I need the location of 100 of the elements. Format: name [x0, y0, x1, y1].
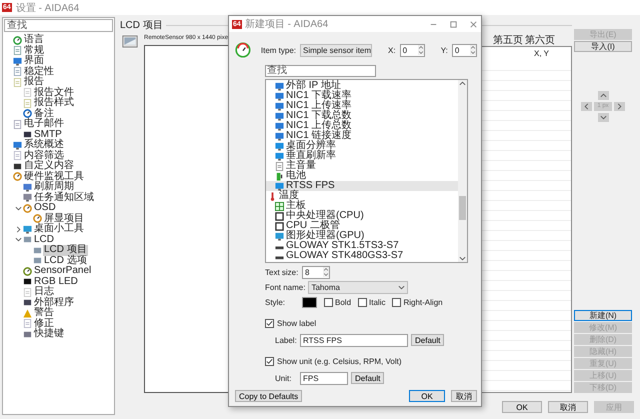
monitor-icon	[275, 152, 284, 160]
gauge-icon	[235, 41, 251, 59]
group-title: LCD 项目	[120, 19, 163, 32]
sensor-item[interactable]: GLOWAY STK480GS3-S7	[266, 251, 458, 261]
sensor-item[interactable]: 电池	[266, 171, 458, 181]
copy-defaults-button[interactable]: Copy to Defaults	[235, 390, 302, 402]
tree-item[interactable]: 桌面小工具	[33, 224, 85, 234]
number-spinner[interactable]: 0	[400, 44, 425, 56]
monitor-icon	[23, 193, 32, 202]
chevron-left-icon	[583, 103, 590, 110]
tree-item[interactable]: LCD 项目	[43, 245, 88, 256]
item-type-dropdown[interactable]: Simple sensor item	[300, 44, 372, 56]
tree-item[interactable]: 修正	[33, 318, 55, 329]
item-action-button[interactable]: 新建(N)	[574, 310, 632, 321]
default-button[interactable]: Default	[411, 334, 444, 346]
dialog-button[interactable]: 取消	[548, 401, 588, 413]
sensor-item[interactable]: 桌面分辨率	[266, 141, 458, 151]
number-spinner[interactable]: 8	[302, 266, 330, 278]
tree-item[interactable]: SMTP	[33, 130, 63, 140]
page-tab[interactable]: 第六页	[525, 35, 555, 46]
sensor-item[interactable]: 主板	[266, 201, 458, 211]
font-dropdown[interactable]: Tahoma	[308, 280, 408, 294]
checkbox[interactable]	[392, 298, 402, 306]
tree-item[interactable]: 警告	[33, 308, 55, 318]
gauge-icon	[13, 36, 22, 45]
tree-item[interactable]: 系统概述	[23, 140, 65, 150]
tree-item[interactable]: 备注	[33, 108, 55, 119]
sensor-item[interactable]: 温度	[266, 191, 458, 201]
tree-item[interactable]: 刷新周期	[33, 182, 75, 192]
sensor-item[interactable]: NIC1 下载速率	[266, 91, 458, 101]
checkbox[interactable]	[324, 298, 333, 306]
monitor-icon	[275, 132, 284, 140]
checkbox[interactable]	[265, 318, 274, 328]
scrollbar[interactable]	[458, 80, 467, 262]
tree-item[interactable]: 日志	[33, 287, 55, 298]
chevron-down-icon	[459, 255, 466, 262]
sensor-item[interactable]: NIC1 上传速率	[266, 101, 458, 111]
sensor-item[interactable]: RTSS FPS	[266, 181, 458, 191]
page-tab[interactable]: 第五页	[493, 35, 523, 46]
tree-item[interactable]: 硬件监视工具	[23, 172, 85, 182]
sensor-item[interactable]: 图形处理器(GPU)	[266, 231, 458, 241]
number-spinner[interactable]: 0	[452, 44, 477, 56]
tree-item[interactable]: 界面	[23, 56, 45, 66]
sensor-item[interactable]: GLOWAY STK1.5TS3-S7	[266, 241, 458, 251]
nudge-right-button[interactable]	[614, 102, 625, 111]
tree-item[interactable]: OSD	[33, 203, 57, 214]
tree-item[interactable]: 自定义内容	[23, 161, 75, 172]
cancel-button[interactable]: 取消	[451, 390, 477, 402]
sensor-item[interactable]: 主音量	[266, 161, 458, 171]
field-label: Label:	[275, 336, 297, 344]
maximize-icon[interactable]	[449, 20, 458, 28]
default-button[interactable]: Default	[351, 372, 384, 384]
scrollbar-thumb[interactable]	[459, 196, 466, 220]
checkbox[interactable]	[358, 298, 368, 306]
sensor-item[interactable]: NIC1 下载总数	[266, 111, 458, 121]
tree-item[interactable]: SensorPanel	[33, 266, 92, 276]
tree-item[interactable]: 常规	[23, 46, 45, 56]
nudge-down-button[interactable]	[598, 113, 608, 122]
device-icon	[23, 277, 32, 286]
document-icon	[13, 46, 22, 56]
tree-item[interactable]: 电子邮件	[23, 119, 65, 130]
document-icon	[23, 288, 32, 297]
tree-item[interactable]: 稳定性	[23, 66, 55, 77]
gauge-icon	[33, 214, 42, 224]
label-input[interactable]: RTSS FPS	[300, 334, 408, 346]
document-icon	[13, 67, 22, 76]
nudge-up-button[interactable]	[598, 91, 608, 100]
tree-item[interactable]: 快捷键	[33, 329, 65, 340]
tree-item[interactable]: 报告文件	[33, 88, 75, 98]
tree-item[interactable]: 语言	[23, 35, 45, 46]
search-field[interactable]: 查找	[4, 19, 113, 32]
tree-item[interactable]: LCD 选项	[43, 256, 88, 266]
tree-item[interactable]: 任务通知区域	[33, 192, 95, 203]
tree-item[interactable]: 报告	[23, 77, 45, 88]
unit-input[interactable]: FPS	[300, 372, 348, 384]
sensor-item[interactable]: 外部 IP 地址	[266, 81, 458, 91]
chevron-up-icon	[470, 45, 476, 50]
tree-item[interactable]: RGB LED	[33, 276, 79, 287]
monitor-icon	[275, 232, 284, 240]
checkbox[interactable]	[265, 356, 274, 366]
thermometer-icon	[268, 192, 277, 200]
toolbar-button[interactable]: 导入(I)	[574, 41, 632, 52]
checkbox-label: Show label	[277, 318, 316, 328]
tree-item[interactable]: LCD	[33, 234, 56, 245]
tree-item[interactable]: 内容筛选	[23, 150, 65, 161]
sensor-item[interactable]: NIC1 链接速度	[266, 131, 458, 141]
tree-item[interactable]: 外部程序	[33, 298, 75, 308]
chevron-up-icon	[459, 80, 466, 87]
close-icon[interactable]	[469, 20, 478, 28]
tree-item[interactable]: 报告样式	[33, 98, 75, 108]
search-field[interactable]: 查找	[265, 65, 376, 77]
sensor-item[interactable]: CPU 二极管	[266, 221, 458, 231]
nudge-left-button[interactable]	[581, 102, 592, 111]
sensor-item[interactable]: 垂直刷新率	[266, 151, 458, 161]
color-swatch[interactable]	[302, 296, 317, 308]
sensor-item[interactable]: 中央处理器(CPU)	[266, 211, 458, 221]
sensor-item[interactable]: NIC1 上传总数	[266, 121, 458, 131]
tree-item[interactable]: 屏显项目	[43, 214, 85, 224]
ok-button[interactable]: OK	[409, 390, 445, 402]
dialog-button[interactable]: OK	[502, 401, 542, 413]
